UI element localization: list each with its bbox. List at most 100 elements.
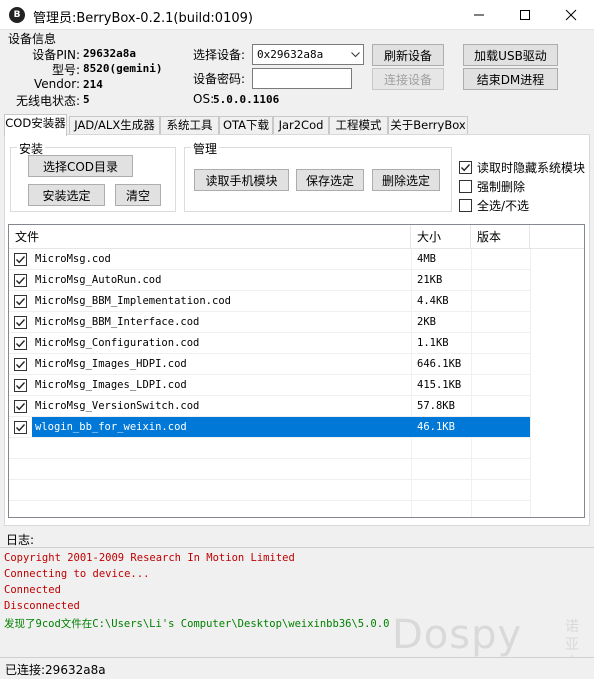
end-dm-process-button[interactable]: 结束DM进程 xyxy=(463,68,558,90)
select-all-checkbox[interactable]: 全选/不选 xyxy=(459,197,529,214)
row-checkbox[interactable] xyxy=(14,274,27,287)
install-selected-button[interactable]: 安装选定 xyxy=(28,184,105,206)
read-phone-modules-button[interactable]: 读取手机模块 xyxy=(194,169,289,191)
watermark-logo: Dospy xyxy=(392,612,523,658)
os-value: 5.0.0.1106 xyxy=(213,93,280,106)
check-icon xyxy=(15,403,26,411)
check-icon xyxy=(15,382,26,390)
table-row[interactable]: MicroMsg.cod 4MB xyxy=(9,249,530,270)
table-row[interactable]: MicroMsg_VersionSwitch.cod 57.8KB xyxy=(9,396,530,417)
grid-line xyxy=(9,500,530,501)
os-label: OS: xyxy=(193,92,215,106)
delete-selected-button[interactable]: 删除选定 xyxy=(372,169,440,191)
model-value: 8520(gemini) xyxy=(83,62,163,75)
connect-device-button[interactable]: 连接设备 xyxy=(372,68,444,90)
column-header-version[interactable]: 版本 xyxy=(471,225,530,249)
row-checkbox[interactable] xyxy=(14,253,27,266)
grid-line xyxy=(9,458,530,459)
tab-system-tools[interactable]: 系统工具 xyxy=(160,116,219,135)
row-checkbox[interactable] xyxy=(14,358,27,371)
tab-jar2cod[interactable]: Jar2Cod xyxy=(273,116,329,135)
row-checkbox[interactable] xyxy=(14,379,27,392)
file-name-cell: MicroMsg_AutoRun.cod xyxy=(35,274,162,286)
table-row[interactable]: MicroMsg_AutoRun.cod 21KB xyxy=(9,270,530,291)
file-list-header: 文件 大小 版本 xyxy=(9,225,584,249)
check-icon xyxy=(15,319,26,327)
file-version-cell xyxy=(471,375,530,396)
close-icon xyxy=(565,9,577,21)
checkbox-box xyxy=(459,161,472,174)
row-checkbox[interactable] xyxy=(14,337,27,350)
file-size-cell: 415.1KB xyxy=(417,379,462,391)
tab-jad-alx-generator[interactable]: JAD/ALX生成器 xyxy=(69,116,160,135)
minimize-button[interactable] xyxy=(456,0,502,30)
table-row[interactable]: MicroMsg_Configuration.cod 1.1KB xyxy=(9,333,530,354)
save-selected-button[interactable]: 保存选定 xyxy=(296,169,364,191)
wireless-status-label: 无线电状态: xyxy=(15,94,80,108)
log-label: 日志: xyxy=(6,533,35,547)
app-icon: B xyxy=(9,7,25,23)
select-all-label: 全选/不选 xyxy=(477,199,530,213)
file-size-cell: 4MB xyxy=(417,253,436,265)
load-usb-driver-button[interactable]: 加载USB驱动 xyxy=(463,44,558,66)
table-row[interactable]: MicroMsg_Images_LDPI.cod 415.1KB xyxy=(9,375,530,396)
file-size-cell: 646.1KB xyxy=(417,358,462,370)
column-header-size[interactable]: 大小 xyxy=(411,225,471,249)
file-name-cell: MicroMsg_Images_HDPI.cod xyxy=(35,358,187,370)
row-checkbox[interactable] xyxy=(14,316,27,329)
hide-system-modules-label: 读取时隐藏系统模块 xyxy=(477,161,586,175)
file-version-cell xyxy=(471,417,530,438)
check-icon xyxy=(15,361,26,369)
row-checkbox[interactable] xyxy=(14,295,27,308)
check-icon xyxy=(15,340,26,348)
file-size-cell: 4.4KB xyxy=(417,295,449,307)
file-size-cell: 57.8KB xyxy=(417,400,455,412)
log-line: Connecting to device... xyxy=(4,568,150,580)
tab-ota-download[interactable]: OTA下载 xyxy=(219,116,273,135)
force-delete-checkbox[interactable]: 强制删除 xyxy=(459,178,525,195)
status-bar: 已连接:29632a8a xyxy=(0,657,594,679)
vendor-label: Vendor: xyxy=(34,77,80,91)
file-list[interactable]: 文件 大小 版本 MicroMsg.cod 4MB MicroMsg_AutoRun… xyxy=(8,224,585,518)
table-row[interactable]: MicroMsg_BBM_Implementation.cod 4.4KB xyxy=(9,291,530,312)
checkbox-box xyxy=(459,180,472,193)
window-title: 管理员:BerryBox-0.2.1(build:0109) xyxy=(33,11,253,26)
file-name-cell: wlogin_bb_for_weixin.cod xyxy=(32,417,411,438)
file-name-cell: MicroMsg_Configuration.cod xyxy=(35,337,200,349)
grid-line xyxy=(9,479,530,480)
file-version-cell xyxy=(471,312,530,333)
pin-value: 29632a8a xyxy=(83,47,136,60)
tab-about[interactable]: 关于BerryBox xyxy=(388,116,468,135)
file-name-cell: MicroMsg_BBM_Interface.cod xyxy=(35,316,200,328)
file-size-cell: 46.1KB xyxy=(411,417,471,438)
table-row[interactable]: wlogin_bb_for_weixin.cod 46.1KB xyxy=(9,417,530,438)
tab-engineering-mode[interactable]: 工程模式 xyxy=(329,116,388,135)
row-checkbox[interactable] xyxy=(14,400,27,413)
check-icon xyxy=(15,298,26,306)
refresh-device-button[interactable]: 刷新设备 xyxy=(372,44,444,66)
log-line: Disconnected xyxy=(4,600,80,612)
check-icon xyxy=(460,164,471,172)
file-version-cell xyxy=(471,333,530,354)
select-cod-dir-button[interactable]: 选择COD目录 xyxy=(28,155,133,177)
device-select[interactable]: 0x29632a8a xyxy=(252,44,364,65)
device-password-label: 设备密码: xyxy=(193,72,246,86)
grid-line xyxy=(530,249,531,517)
table-row[interactable]: MicroMsg_BBM_Interface.cod 2KB xyxy=(9,312,530,333)
file-name-cell: MicroMsg.cod xyxy=(35,253,111,265)
chevron-down-icon xyxy=(347,45,363,64)
file-name-cell: MicroMsg_Images_LDPI.cod xyxy=(35,379,187,391)
force-delete-label: 强制删除 xyxy=(477,180,526,194)
device-password-input[interactable] xyxy=(252,68,352,89)
tab-cod-installer[interactable]: COD安装器 xyxy=(4,114,67,136)
check-icon xyxy=(15,256,26,264)
close-button[interactable] xyxy=(548,0,594,30)
file-version-cell xyxy=(471,291,530,312)
hide-system-modules-checkbox[interactable]: 读取时隐藏系统模块 xyxy=(459,159,585,176)
clear-button[interactable]: 清空 xyxy=(115,184,161,206)
maximize-button[interactable] xyxy=(502,0,548,30)
table-row[interactable]: MicroMsg_Images_HDPI.cod 646.1KB xyxy=(9,354,530,375)
column-header-file[interactable]: 文件 xyxy=(9,225,411,249)
row-checkbox[interactable] xyxy=(14,421,27,434)
log-line: Copyright 2001-2009 Research In Motion L… xyxy=(4,552,295,564)
